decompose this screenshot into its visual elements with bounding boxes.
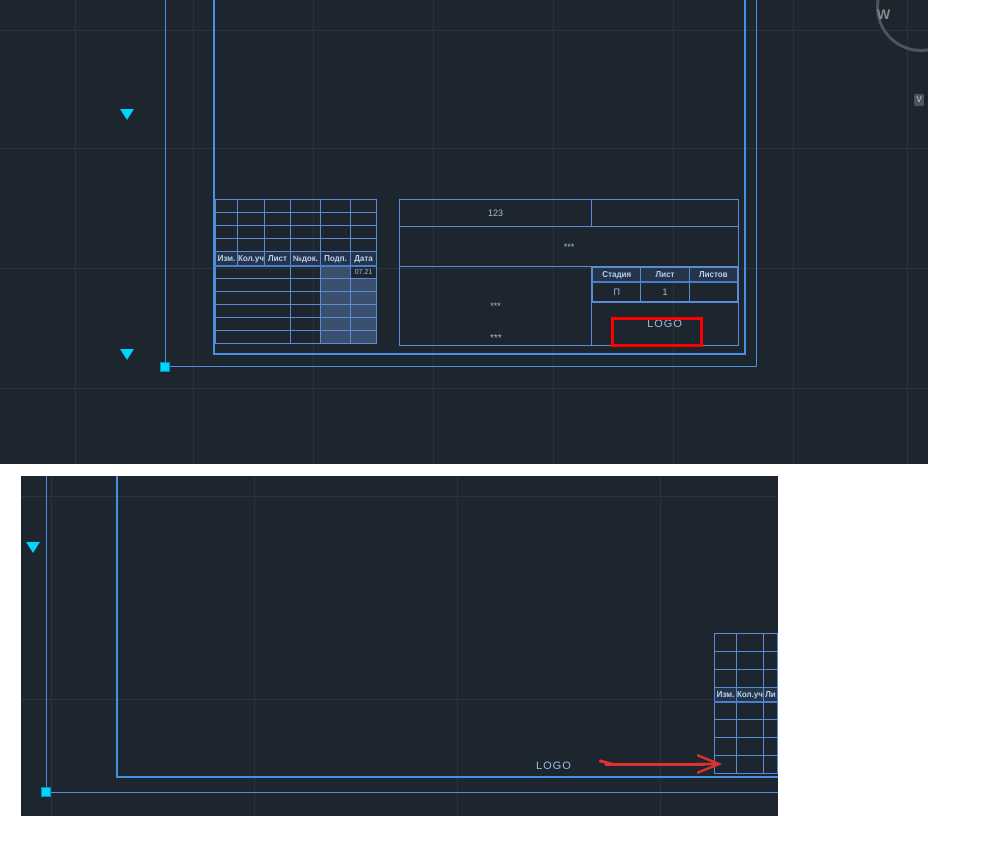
layout-marker-3 — [26, 542, 40, 553]
title-top-right-cell — [592, 200, 739, 227]
viewcube-compass[interactable]: W — [871, 2, 926, 57]
rev-header-izm: Изм. — [216, 252, 238, 266]
frame-line-inner-v — [116, 476, 118, 778]
cad-viewport-bottom[interactable]: Изм. Кол.уч Ли LOGO — [21, 476, 778, 816]
rev2-header-izm: Изм. — [715, 688, 737, 702]
rev-header-podp: Подп. — [320, 252, 350, 266]
compass-direction-label: W — [877, 6, 890, 22]
annotation-highlight-box — [611, 317, 703, 347]
viewcube-button[interactable]: V — [914, 94, 924, 106]
rev-header-data: Дата — [350, 252, 376, 266]
date-cell: 07.21 — [350, 266, 376, 279]
layout-marker-2 — [120, 349, 134, 360]
frame-line-inner-h — [116, 776, 778, 778]
cad-viewport-top[interactable]: W V Изм. Кол.уч Лист №док. Подп. Дата 07… — [0, 0, 928, 464]
rev-header-list: Лист — [264, 252, 290, 266]
annotation-arrow-head — [697, 749, 727, 779]
rev2-header-koluch: Кол.уч — [736, 688, 763, 702]
annotation-arrow-line — [605, 763, 705, 766]
revision-table: Изм. Кол.уч Лист №док. Подп. Дата 07.21 — [215, 199, 377, 344]
sheets-value — [689, 282, 737, 302]
selection-grip[interactable] — [160, 362, 170, 372]
rev2-header-li: Ли — [763, 688, 777, 702]
logo-text-misplaced: LOGO — [536, 760, 572, 772]
rev-header-koluch: Кол.уч — [238, 252, 265, 266]
project-number-cell: 123 — [400, 200, 592, 227]
selection-grip-2[interactable] — [41, 787, 51, 797]
sheet-header: Лист — [641, 268, 689, 282]
sheet-value: 1 — [641, 282, 689, 302]
frame-line-outer-v — [46, 476, 47, 796]
layout-marker-1 — [120, 109, 134, 120]
stage-value: П — [593, 282, 641, 302]
sheets-header: Листов — [689, 268, 737, 282]
frame-line-outer-h — [46, 792, 778, 793]
title-row2-cell: *** — [400, 227, 739, 267]
rev-header-ndok: №док. — [290, 252, 320, 266]
title-row4-cell: *** — [490, 333, 502, 344]
stage-header: Стадия — [593, 268, 641, 282]
